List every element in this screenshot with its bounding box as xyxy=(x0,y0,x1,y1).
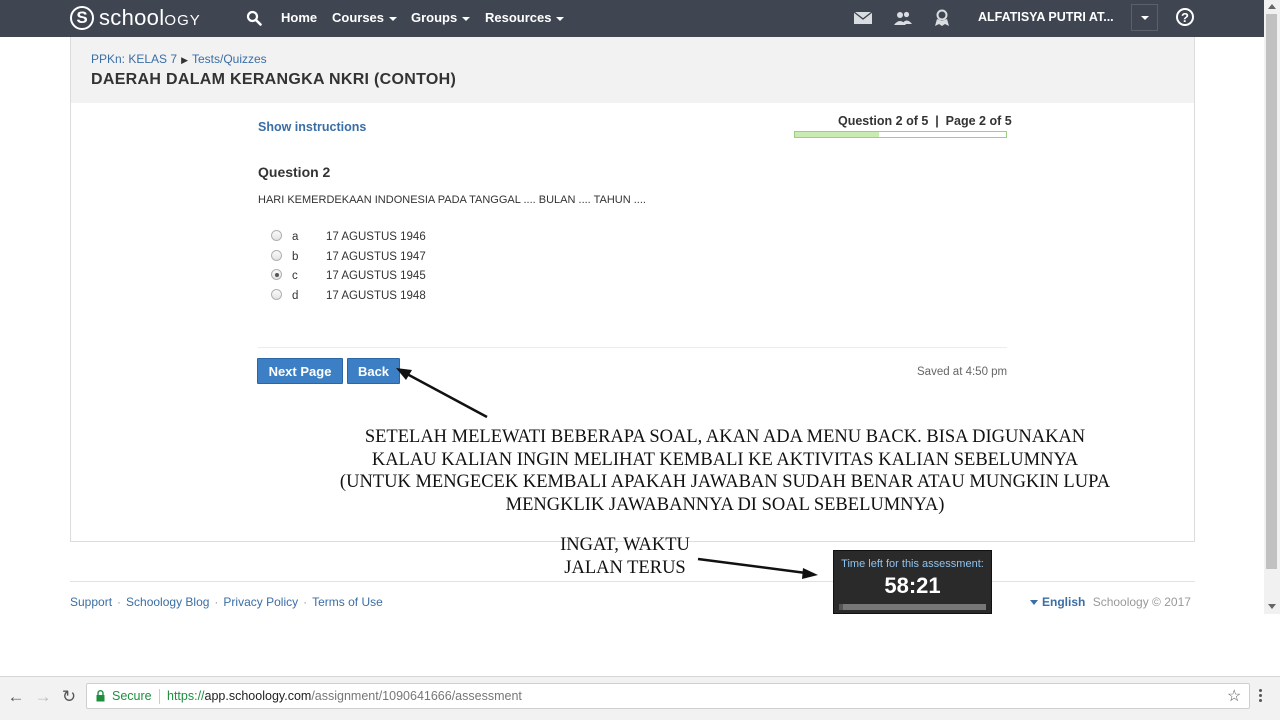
footer-link-blog[interactable]: Schoology Blog xyxy=(126,595,209,609)
radio-button[interactable] xyxy=(271,289,282,300)
question-text: HARI KEMERDEKAAN INDONESIA PADA TANGGAL … xyxy=(258,194,646,206)
chevron-down-icon xyxy=(1140,15,1149,20)
logo-text: school xyxy=(99,5,165,30)
choice-text: 17 AGUSTUS 1945 xyxy=(326,270,426,282)
radio-button-selected[interactable] xyxy=(271,269,282,280)
breadcrumb-course-link[interactable]: PPKn: KELAS 7 xyxy=(91,52,177,66)
nav-courses[interactable]: Courses xyxy=(332,10,398,25)
browser-menu-icon[interactable] xyxy=(1259,689,1263,704)
footer-divider xyxy=(70,581,1195,582)
choice-letter: c xyxy=(292,270,298,282)
choice-letter: a xyxy=(292,231,299,243)
page-header: PPKn: KELAS 7 ▶ Tests/Quizzes DAERAH DALAM… xyxy=(71,37,1194,103)
question-progress-label: Question 2 of 5 | Page 2 of 5 xyxy=(838,114,1012,128)
help-icon[interactable]: ? xyxy=(1176,8,1194,26)
user-name[interactable]: ALFATISYA PUTRI AT... xyxy=(978,10,1114,24)
timer-label: Time left for this assessment: xyxy=(841,558,984,570)
chevron-down-icon xyxy=(462,16,471,21)
scroll-up-icon[interactable] xyxy=(1268,4,1276,9)
chevron-down-icon xyxy=(389,16,398,21)
mail-icon[interactable] xyxy=(853,9,873,27)
language-dropdown-icon[interactable] xyxy=(1030,600,1038,606)
question-title: Question 2 xyxy=(258,164,331,180)
forward-arrow-icon[interactable]: → xyxy=(33,687,53,707)
notification-icon[interactable] xyxy=(932,9,952,27)
arrow-head xyxy=(802,568,818,579)
breadcrumb: PPKn: KELAS 7 ▶ Tests/Quizzes xyxy=(91,52,267,66)
choice-text: 17 AGUSTUS 1947 xyxy=(326,251,426,263)
page-title: DAERAH DALAM KERANGKA NKRI (CONTOH) xyxy=(91,71,457,88)
search-icon[interactable] xyxy=(246,10,262,26)
user-menu-dropdown[interactable] xyxy=(1131,4,1158,31)
nav-groups[interactable]: Groups xyxy=(411,10,471,25)
footer-links: Support · Schoology Blog · Privacy Policy · Te… xyxy=(70,595,383,609)
choice-text: 17 AGUSTUS 1948 xyxy=(326,290,426,302)
schoology-logo[interactable]: S schoolOGY xyxy=(70,4,201,32)
radio-button[interactable] xyxy=(271,250,282,261)
breadcrumb-section-link[interactable]: Tests/Quizzes xyxy=(192,52,267,66)
address-bar[interactable]: Secure https://app.schoology.com/assignm… xyxy=(86,683,1250,709)
timer-annotation: INGAT, WAKTU JALAN TERUS xyxy=(560,535,690,578)
logo-text-suffix: OGY xyxy=(164,12,201,29)
language-selector[interactable]: English xyxy=(1042,595,1085,609)
bookmark-star-icon[interactable]: ☆ xyxy=(1227,686,1241,706)
vertical-scrollbar[interactable] xyxy=(1264,0,1280,614)
logo-mark-icon: S xyxy=(70,6,94,30)
assessment-timer: Time left for this assessment: 58:21 xyxy=(833,550,992,614)
footer-link-privacy[interactable]: Privacy Policy xyxy=(223,595,298,609)
copyright: Schoology © 2017 xyxy=(1092,595,1191,609)
browser-toolbar: ← → ↻ Secure https://app.schoology.com/a… xyxy=(0,676,1280,720)
footer-link-terms[interactable]: Terms of Use xyxy=(312,595,383,609)
divider xyxy=(258,347,1007,348)
back-button-annotation: SETELAH MELEWATI BEBERAPA SOAL, AKAN ADA… xyxy=(339,427,1111,515)
radio-button[interactable] xyxy=(271,230,282,241)
show-instructions-link[interactable]: Show instructions xyxy=(258,120,366,134)
question-progress-fill xyxy=(795,132,880,137)
choice-letter: b xyxy=(292,251,299,263)
question-progress-bar xyxy=(794,131,1007,138)
top-navigation: S schoolOGY Home Courses Groups Resource… xyxy=(0,0,1264,37)
reload-icon[interactable]: ↻ xyxy=(59,687,79,707)
lock-icon xyxy=(96,690,105,702)
scroll-down-icon[interactable] xyxy=(1268,604,1276,609)
secure-label: Secure xyxy=(112,689,152,703)
choice-text: 17 AGUSTUS 1946 xyxy=(326,231,426,243)
url-text[interactable]: https://app.schoology.com/assignment/109… xyxy=(167,689,522,703)
footer-right: English Schoology © 2017 xyxy=(1030,595,1191,609)
timer-progress-bar xyxy=(839,604,986,610)
chevron-down-icon xyxy=(556,16,565,21)
arrow-to-timer xyxy=(697,557,807,575)
nav-resources[interactable]: Resources xyxy=(485,10,565,25)
people-icon[interactable] xyxy=(893,9,913,27)
back-button[interactable]: Back xyxy=(347,358,400,384)
breadcrumb-separator-icon: ▶ xyxy=(181,55,188,65)
scrollbar-thumb[interactable] xyxy=(1266,14,1277,569)
saved-status: Saved at 4:50 pm xyxy=(917,366,1008,378)
nav-home[interactable]: Home xyxy=(281,10,317,25)
footer-link-support[interactable]: Support xyxy=(70,595,112,609)
choice-letter: d xyxy=(292,290,299,302)
next-page-button[interactable]: Next Page xyxy=(257,358,343,384)
timer-progress-fill xyxy=(839,604,844,610)
timer-value: 58:21 xyxy=(884,573,941,598)
back-arrow-icon[interactable]: ← xyxy=(6,687,26,707)
